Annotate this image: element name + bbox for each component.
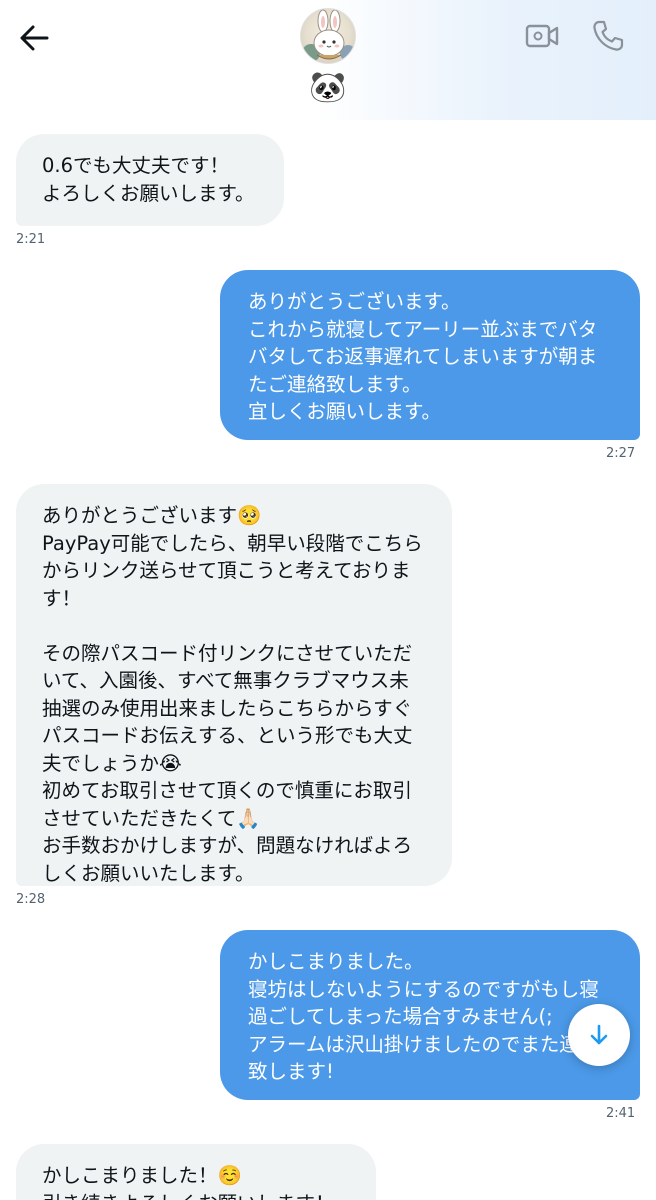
back-button[interactable] [14,18,54,58]
message-bubble-incoming[interactable]: ありがとうございます🥺 PayPay可能でしたら、朝早い段階でこちらからリンク送… [16,484,452,886]
message-timestamp: 2:41 [606,1106,636,1121]
contact-name: 🐼 [309,70,347,105]
message-timestamp: 2:27 [606,446,636,461]
message-timestamp: 2:21 [16,232,46,247]
dm-conversation-screen: 🐼 0.6でも大丈夫です！ よろしくお願いします。 2:21 ありがとうございま… [0,0,656,1200]
arrow-down-icon [590,1024,608,1045]
message-bubble-incoming[interactable]: 0.6でも大丈夫です！ よろしくお願いします。 [16,134,284,226]
message-timestamp: 2:28 [16,892,46,907]
phone-icon [593,20,624,51]
video-call-button[interactable] [522,16,562,56]
scroll-to-bottom-button[interactable] [568,1004,630,1066]
bunny-avatar-image [302,9,355,62]
conversation-header: 🐼 [0,0,656,120]
message-bubble-incoming[interactable]: かしこまりました！☺️ 引き続きよろしくお願いします！ [16,1144,376,1200]
message-bubble-outgoing[interactable]: ありがとうございます。 これから就寝してアーリー並ぶまでバタバタしてお返事遅れて… [220,270,640,440]
phone-call-button[interactable] [588,16,628,56]
contact-avatar[interactable] [300,8,356,64]
video-call-icon [525,24,559,48]
arrow-left-icon [20,25,49,51]
